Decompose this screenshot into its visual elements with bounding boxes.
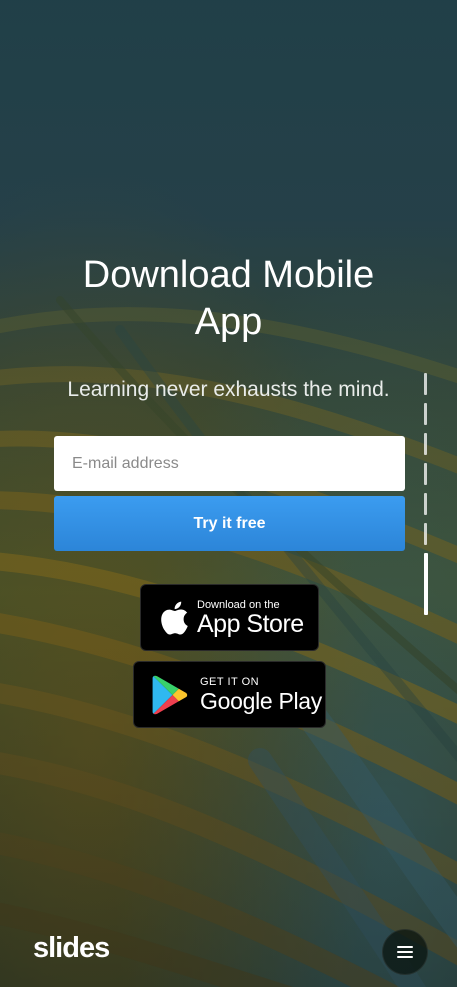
google-play-icon (152, 675, 188, 715)
google-play-button[interactable]: GET IT ON Google Play (133, 661, 326, 728)
background-overlay (0, 0, 457, 987)
slide-dot[interactable] (424, 523, 427, 545)
slide-dot[interactable] (424, 433, 427, 455)
slide-dot[interactable] (424, 493, 427, 515)
slide-dot[interactable] (424, 373, 427, 395)
app-store-button[interactable]: Download on the App Store (140, 584, 319, 651)
google-play-big-text: Google Play (200, 688, 322, 714)
slide-dot[interactable] (424, 463, 427, 485)
slides-logo[interactable]: slides (33, 932, 110, 965)
title-line-1: Download Mobile (82, 254, 375, 296)
hamburger-icon (397, 946, 413, 958)
try-it-free-button[interactable]: Try it free (54, 496, 405, 551)
slide-pagination (424, 373, 430, 617)
page-title: Download Mobile App (0, 252, 457, 346)
apple-icon (159, 600, 189, 636)
google-play-small-text: GET IT ON (200, 676, 260, 688)
menu-button[interactable] (382, 929, 428, 975)
title-line-2: App (194, 301, 263, 343)
subtitle: Learning never exhausts the mind. (67, 378, 390, 401)
email-field[interactable] (54, 436, 405, 491)
app-store-big-text: App Store (197, 610, 304, 638)
slide-dot[interactable] (424, 403, 427, 425)
slide-dot-active[interactable] (424, 553, 428, 615)
